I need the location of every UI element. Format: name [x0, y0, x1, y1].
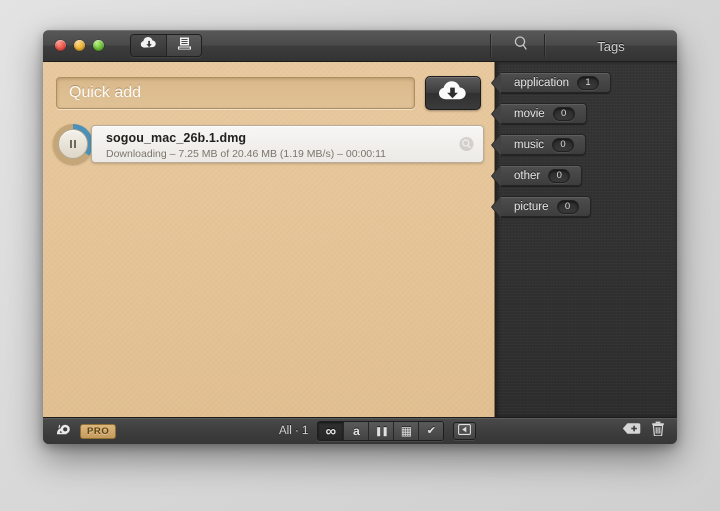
tag-label: picture: [514, 200, 549, 213]
filter-segmented-control: ∞ a ❚❚ ▦ ✔: [317, 421, 445, 441]
downloads-pane: Quick add sogou_mac_26b.1.dmg Downloading…: [43, 62, 495, 417]
quick-add-input[interactable]: Quick add: [56, 77, 415, 109]
filter-letter-a-button[interactable]: a: [343, 422, 369, 440]
tag-chip[interactable]: movie 0: [501, 103, 587, 124]
download-row[interactable]: sogou_mac_26b.1.dmg Downloading – 7.25 MB…: [53, 124, 484, 164]
quick-add-row: Quick add: [43, 62, 494, 120]
search-icon: [513, 35, 529, 56]
title-bar: Tags: [43, 30, 677, 62]
sidebar-toggle-icon: [458, 422, 472, 440]
downloads-view-button[interactable]: [131, 35, 166, 56]
tag-count-badge: 1: [576, 75, 599, 90]
tag-label: other: [514, 169, 541, 182]
calendar-icon: ▦: [400, 424, 413, 438]
pause-icon: [53, 124, 93, 164]
inbox-tray-icon: [177, 36, 192, 56]
filter-infinity-button[interactable]: ∞: [318, 422, 344, 440]
tags-pane: application 1 movie 0 music 0 other 0 picture 0: [495, 62, 677, 417]
bottom-toolbar-center: All · 1 ∞ a ❚❚ ▦ ✔: [279, 421, 477, 441]
cloud-download-icon: [140, 36, 158, 55]
close-button[interactable]: [55, 40, 66, 51]
pro-badge[interactable]: PRO: [80, 423, 117, 439]
minimize-button[interactable]: [74, 40, 85, 51]
tag-count-badge: 0: [552, 137, 575, 152]
magnifier-icon[interactable]: [459, 137, 474, 152]
tag-label: movie: [514, 107, 545, 120]
filter-check-button[interactable]: ✔: [418, 422, 444, 440]
download-list: sogou_mac_26b.1.dmg Downloading – 7.25 MB…: [43, 120, 494, 164]
inbox-view-button[interactable]: [166, 35, 201, 56]
bottom-toolbar-left: PRO: [43, 422, 117, 440]
letter-a-icon: a: [353, 424, 360, 438]
tag-chip[interactable]: picture 0: [501, 196, 591, 217]
tag-chip[interactable]: music 0: [501, 134, 587, 155]
tag-chip[interactable]: application 1: [501, 72, 611, 93]
tag-chip[interactable]: other 0: [501, 165, 583, 186]
check-icon: ✔: [426, 424, 437, 437]
app-window: Tags Quick add sogou_mac_26b.1.dmg Downlo…: [43, 30, 677, 444]
window-controls: [43, 40, 104, 51]
filter-pause-button[interactable]: ❚❚: [368, 422, 394, 440]
cloud-download-icon: [438, 80, 468, 107]
infinity-icon: ∞: [325, 422, 337, 440]
trash-icon[interactable]: [651, 421, 665, 441]
tag-count-badge: 0: [556, 199, 579, 214]
filter-calendar-button[interactable]: ▦: [393, 422, 419, 440]
toolbar-divider-left: [490, 34, 491, 57]
bottom-toolbar-right: [622, 421, 665, 441]
sidebar-toggle-button[interactable]: [453, 422, 477, 440]
bottom-toolbar: PRO All · 1 ∞ a ❚❚ ▦ ✔: [43, 417, 677, 444]
zoom-button[interactable]: [93, 40, 104, 51]
snail-icon[interactable]: [56, 422, 73, 440]
window-body: Quick add sogou_mac_26b.1.dmg Downloading…: [43, 62, 677, 417]
download-progress-ring[interactable]: [53, 124, 93, 164]
tag-label: music: [514, 138, 545, 151]
download-card[interactable]: sogou_mac_26b.1.dmg Downloading – 7.25 MB…: [91, 125, 484, 163]
tags-panel-title: Tags: [597, 38, 625, 54]
download-status-text: Downloading – 7.25 MB of 20.46 MB (1.19 …: [106, 147, 386, 160]
search-button[interactable]: [498, 30, 544, 61]
tag-plus-icon[interactable]: [622, 422, 641, 440]
download-count-label: All · 1: [279, 425, 309, 437]
download-file-name: sogou_mac_26b.1.dmg: [106, 130, 247, 145]
pause-icon: ❚❚: [374, 425, 389, 436]
tag-count-badge: 0: [552, 106, 575, 121]
tag-label: application: [514, 76, 569, 89]
view-mode-segmented-control: [130, 34, 202, 57]
quick-add-download-button[interactable]: [425, 76, 481, 110]
tag-count-badge: 0: [548, 168, 571, 183]
